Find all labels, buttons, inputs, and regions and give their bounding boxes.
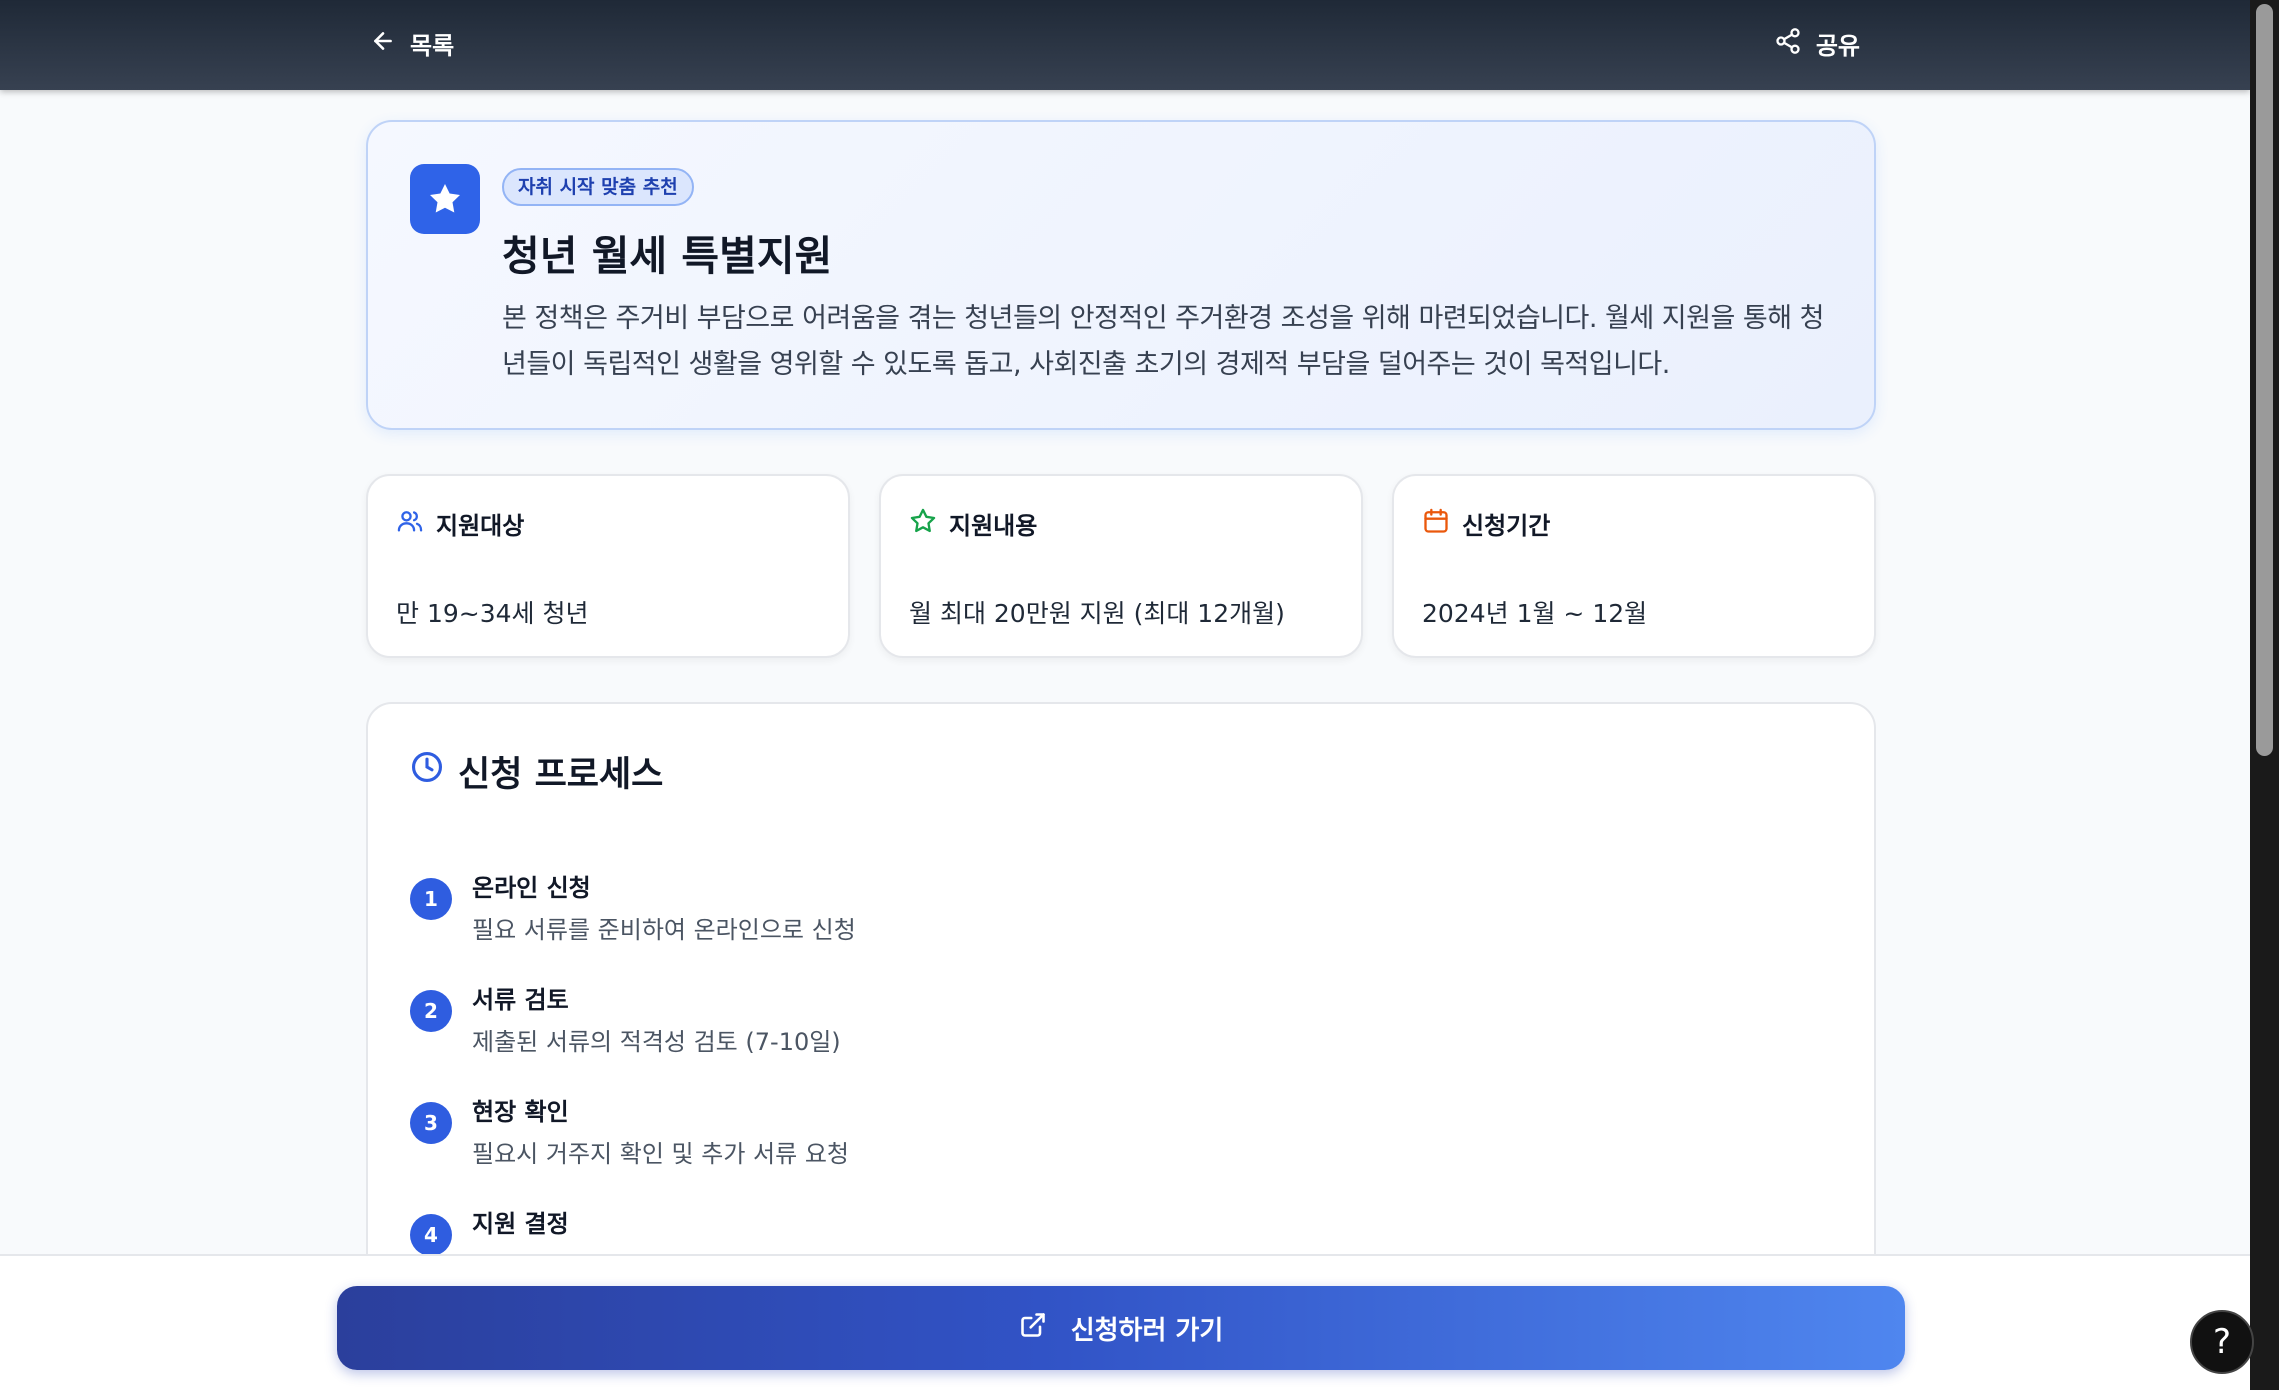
star-outline-icon [909, 507, 937, 541]
info-card-label: 신청기간 [1462, 512, 1551, 540]
application-process-card: 신청 프로세스 1 온라인 신청 필요 서류를 준비하여 온라인으로 신청 2 … [366, 702, 1876, 1254]
top-navigation-bar: 목록 공유 [0, 0, 2250, 90]
calendar-icon [1422, 507, 1450, 541]
share-label: 공유 [1815, 32, 1860, 60]
step-title: 현장 확인 [472, 1098, 569, 1126]
recommendation-badge: 자취 시작 맞춤 추천 [502, 168, 694, 206]
page-content: 자취 시작 맞춤 추천 청년 월세 특별지원 본 정책은 주거비 부담으로 어려… [0, 90, 2250, 1254]
users-icon [396, 507, 424, 541]
info-card-label: 지원대상 [436, 512, 525, 540]
policy-description: 본 정책은 주거비 부담으로 어려움을 겪는 청년들의 안정적인 주거환경 조성… [502, 303, 1824, 380]
step-description: 최종 심사 후 지원 여부 결정 통보 [472, 1246, 805, 1254]
step-title: 온라인 신청 [472, 874, 591, 902]
share-icon [1774, 27, 1802, 61]
info-card-benefit: 지원내용 월 최대 20만원 지원 (최대 12개월) [879, 474, 1363, 658]
help-button[interactable]: ? [2190, 1310, 2254, 1374]
apply-button[interactable]: 신청하러 가기 [337, 1286, 1905, 1370]
policy-hero-card: 자취 시작 맞춤 추천 청년 월세 특별지원 본 정책은 주거비 부담으로 어려… [366, 120, 1876, 430]
step-number: 3 [410, 1102, 452, 1144]
info-card-value: 만 19~34세 청년 [396, 599, 589, 628]
info-card-period: 신청기간 2024년 1월 ~ 12월 [1392, 474, 1876, 658]
step-title: 서류 검토 [472, 986, 569, 1014]
step-number: 2 [410, 990, 452, 1032]
step-description: 필요시 거주지 확인 및 추가 서류 요청 [472, 1140, 849, 1168]
external-link-icon [1019, 1311, 1047, 1346]
apply-button-label: 신청하러 가기 [1070, 1315, 1224, 1346]
step-description: 필요 서류를 준비하여 온라인으로 신청 [472, 916, 856, 944]
scrollbar-thumb[interactable] [2256, 4, 2273, 756]
info-card-value: 월 최대 20만원 지원 (최대 12개월) [909, 599, 1285, 628]
step-description: 제출된 서류의 적격성 검토 (7-10일) [472, 1028, 841, 1056]
clock-icon [410, 750, 444, 793]
footer-bar: 신청하러 가기 [0, 1254, 2250, 1390]
star-icon [410, 164, 480, 234]
back-to-list-button[interactable]: 목록 [370, 26, 454, 61]
process-title: 신청 프로세스 [458, 755, 664, 795]
step-number: 4 [410, 1214, 452, 1254]
info-card-value: 2024년 1월 ~ 12월 [1422, 599, 1648, 628]
step-title: 지원 결정 [472, 1210, 569, 1238]
arrow-left-icon [370, 28, 396, 60]
info-card-label: 지원내용 [949, 512, 1038, 540]
step-number: 1 [410, 878, 452, 920]
info-card-target: 지원대상 만 19~34세 청년 [366, 474, 850, 658]
policy-title: 청년 월세 특별지원 [502, 232, 833, 280]
share-button[interactable]: 공유 [1774, 26, 1860, 61]
back-label: 목록 [410, 32, 455, 60]
